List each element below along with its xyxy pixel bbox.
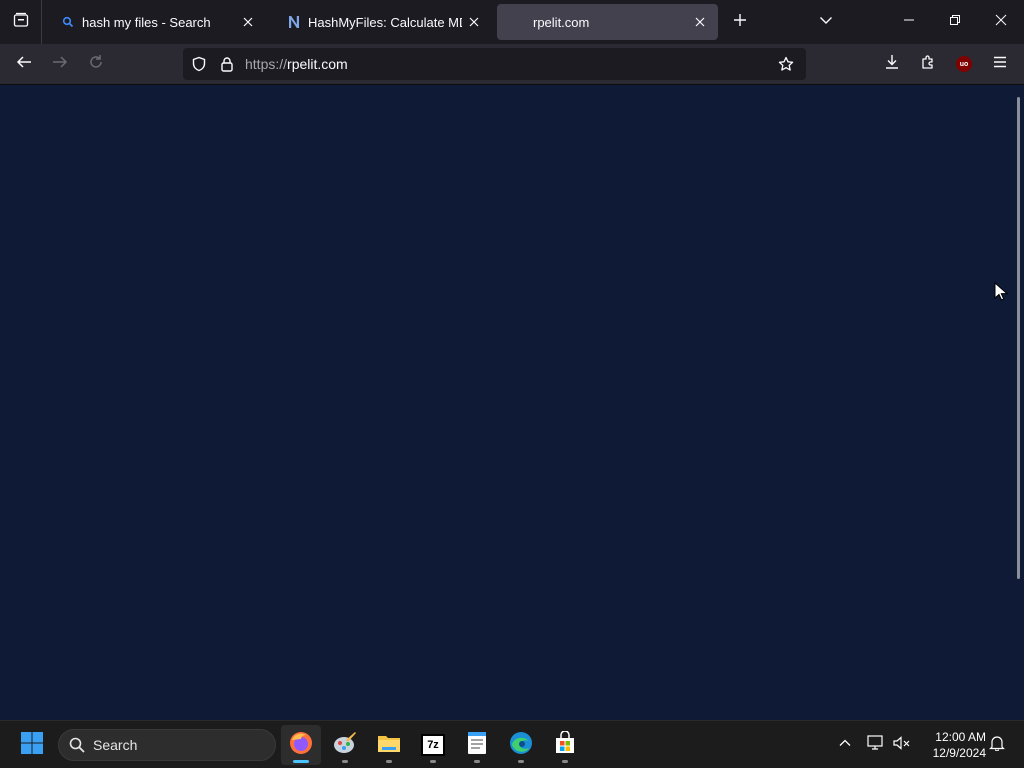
mouse-pointer-icon [994, 281, 1009, 307]
network-icon [867, 734, 885, 756]
ublock-badge-text: uo [959, 60, 969, 68]
firefox-icon [288, 730, 314, 761]
back-button[interactable] [8, 48, 40, 80]
tab-title: rpelit.com [533, 14, 590, 30]
page-content[interactable] [0, 85, 1024, 720]
notepad-icon [466, 730, 488, 761]
bell-icon [989, 735, 1005, 756]
restore-button[interactable] [932, 0, 978, 44]
reload-icon [88, 54, 104, 75]
chevron-up-icon [839, 736, 851, 754]
running-indicator [293, 760, 309, 763]
plus-icon [733, 13, 747, 32]
taskbar-app-microsoft-store[interactable] [545, 725, 585, 765]
tab-title: HashMyFiles: Calculate MD5/SHA1/SHA256 [308, 14, 462, 30]
taskbar-app-firefox[interactable] [281, 725, 321, 765]
running-indicator [430, 760, 436, 763]
lock-icon[interactable] [213, 48, 241, 80]
search-icon [60, 14, 76, 30]
taskbar-app-file-explorer[interactable] [369, 725, 409, 765]
taskbar-search-box[interactable]: Search [58, 729, 276, 761]
clock-time: 12:00 AM [935, 730, 986, 744]
list-all-tabs-button[interactable] [808, 4, 844, 40]
tab-hashmyfiles[interactable]: HashMyFiles: Calculate MD5/SHA1/SHA256 [272, 4, 492, 40]
vertical-scrollbar[interactable] [1017, 97, 1020, 579]
app-menu-button[interactable] [984, 48, 1016, 80]
navigation-toolbar: https://rpelit.com uo [0, 44, 1024, 85]
minimize-icon [903, 13, 915, 31]
file-explorer-icon [376, 730, 402, 761]
close-icon[interactable] [236, 10, 260, 34]
taskbar-app-notepad[interactable] [457, 725, 497, 765]
close-icon [995, 13, 1007, 31]
puzzle-piece-icon [920, 54, 936, 75]
search-placeholder: Search [93, 737, 138, 753]
forward-button[interactable] [44, 48, 76, 80]
ublock-shield-icon: uo [956, 56, 972, 72]
chevron-down-icon [819, 13, 833, 32]
restore-icon [949, 13, 961, 31]
store-icon [553, 729, 577, 760]
n-logo-icon [286, 14, 302, 30]
7zip-icon: 7z [421, 734, 445, 756]
downloads-button[interactable] [876, 48, 908, 80]
running-indicator [342, 760, 348, 763]
notifications-button[interactable] [985, 733, 1009, 757]
7zip-label: 7z [427, 739, 439, 751]
start-button[interactable] [12, 725, 52, 765]
show-hidden-icons-button[interactable] [833, 733, 857, 757]
arrow-right-icon [52, 54, 68, 75]
volume-button[interactable] [890, 733, 914, 757]
clock-date: 12/9/2024 [932, 746, 986, 760]
tab-bar: hash my files - Search HashMyFiles: Calc… [0, 0, 1024, 44]
close-window-button[interactable] [978, 0, 1024, 44]
blank-favicon [511, 14, 527, 30]
bookmark-star-icon[interactable] [772, 48, 800, 80]
running-indicator [474, 760, 480, 763]
url-bar[interactable]: https://rpelit.com [183, 48, 806, 80]
running-indicator [562, 760, 568, 763]
tab-title: hash my files - Search [82, 14, 211, 30]
running-indicator [386, 760, 392, 763]
tab-search[interactable]: hash my files - Search [46, 4, 266, 40]
hamburger-menu-icon [992, 54, 1008, 75]
tracking-protection-shield-icon[interactable] [185, 48, 213, 80]
tab-manager-icon [13, 12, 29, 33]
paint-icon [332, 730, 358, 761]
taskbar-clock[interactable]: 12:00 AM 12/9/2024 [920, 729, 986, 761]
extensions-button[interactable] [912, 48, 944, 80]
speaker-muted-icon [893, 735, 911, 756]
windows-taskbar: Search 7z 12:00 AM 12/9/2024 [0, 720, 1024, 768]
edge-icon [508, 730, 534, 761]
close-icon[interactable] [462, 10, 486, 34]
ublock-origin-button[interactable]: uo [948, 48, 980, 80]
new-tab-button[interactable] [722, 4, 758, 40]
taskbar-app-7zip[interactable]: 7z [413, 725, 453, 765]
taskbar-app-paint[interactable] [325, 725, 365, 765]
windows-logo-icon [20, 731, 44, 760]
minimize-button[interactable] [886, 0, 932, 44]
search-icon [69, 737, 85, 753]
running-indicator [518, 760, 524, 763]
reload-button[interactable] [80, 48, 112, 80]
url-text[interactable]: https://rpelit.com [245, 56, 772, 72]
tab-manager-button[interactable] [0, 0, 42, 44]
arrow-left-icon [16, 54, 32, 75]
download-icon [884, 54, 900, 75]
url-protocol: https:// [245, 56, 288, 72]
taskbar-app-edge[interactable] [501, 725, 541, 765]
close-icon[interactable] [688, 10, 712, 34]
url-host: rpelit.com [287, 56, 348, 72]
tab-rpelit[interactable]: rpelit.com [497, 4, 718, 40]
network-status-button[interactable] [864, 733, 888, 757]
